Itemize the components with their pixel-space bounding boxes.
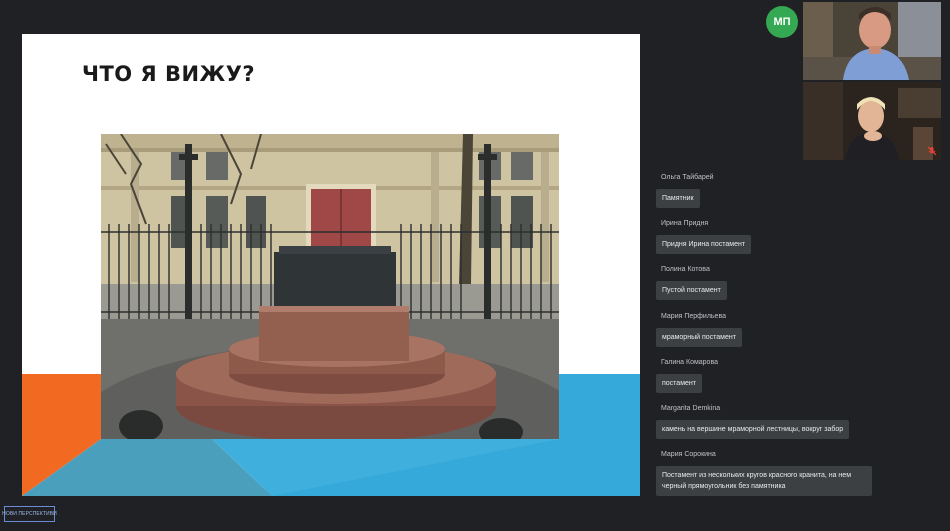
chat-message: Мария Перфильева мраморный постамент — [656, 313, 742, 347]
message-text: постамент — [656, 374, 702, 393]
chat-message: Ирина Придня Придня Ирина постамент — [656, 220, 752, 254]
self-avatar[interactable]: МП — [766, 6, 798, 38]
message-author: Галина Комарова — [661, 359, 718, 366]
shared-slide: ЧТО Я ВИЖУ? — [22, 34, 640, 496]
message-text: Придня Ирина постамент — [656, 235, 752, 254]
chat-message: Мария Сорокина Постамент из нескольких к… — [656, 451, 872, 496]
message-text: Постамент из нескольких кругов красного … — [656, 466, 872, 496]
slide-title: ЧТО Я ВИЖУ? — [82, 62, 256, 86]
chat-message: Галина Комарова постамент — [656, 359, 718, 393]
message-text: камень на вершине мраморной лестницы, во… — [656, 420, 850, 439]
participant-video-tile[interactable] — [803, 82, 941, 160]
message-author: Margarita Demkina — [661, 405, 721, 412]
participant-video — [803, 2, 941, 80]
message-text: Памятник — [656, 189, 700, 208]
message-text: Пустой постамент — [656, 281, 727, 300]
message-text: мраморный постамент — [656, 328, 742, 347]
message-author: Мария Сорокина — [661, 451, 716, 458]
chat-message: Ольга Тайбарей Памятник — [656, 174, 714, 208]
message-author: Ирина Придня — [661, 220, 709, 227]
message-author: Полина Котова — [661, 266, 710, 273]
monument-photo — [101, 134, 559, 439]
organization-logo: НОВИ ПЕРСПЕКТИВИ — [2, 506, 57, 522]
chat-message: Margarita Demkina камень на вершине мрам… — [656, 405, 850, 439]
message-author: Ольга Тайбарей — [661, 174, 714, 181]
participant-video — [803, 82, 941, 160]
chat-message: Полина Котова Пустой постамент — [656, 266, 727, 300]
message-author: Мария Перфильева — [661, 313, 726, 320]
microphone-muted-icon — [927, 146, 937, 156]
participant-video-tile[interactable] — [803, 2, 941, 80]
